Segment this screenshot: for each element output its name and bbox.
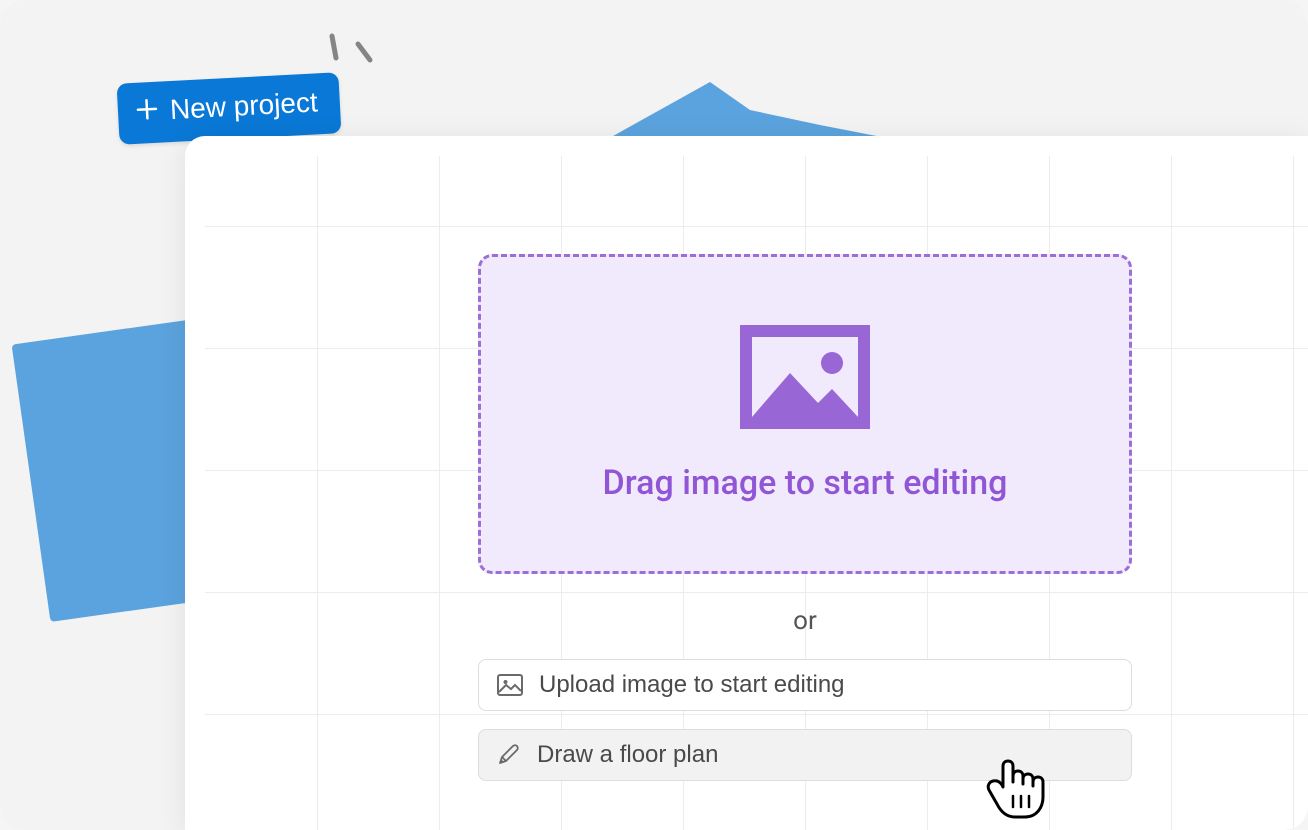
image-placeholder-icon (740, 325, 870, 433)
image-icon (497, 674, 523, 696)
draw-floor-plan-button-label: Draw a floor plan (537, 741, 718, 769)
image-dropzone[interactable]: Drag image to start editing (478, 254, 1132, 574)
or-separator-label: or (478, 606, 1132, 636)
draw-floor-plan-button[interactable]: Draw a floor plan (478, 729, 1132, 781)
app-window: New project Drag image to start editing … (0, 0, 1308, 830)
pencil-icon (497, 743, 521, 767)
editor-panel: Drag image to start editing or Upload im… (185, 136, 1308, 830)
new-project-button[interactable]: New project (117, 72, 342, 145)
dropzone-prompt-text: Drag image to start editing (603, 463, 1008, 503)
upload-image-button-label: Upload image to start editing (539, 671, 845, 699)
new-project-button-label: New project (169, 86, 318, 126)
upload-image-button[interactable]: Upload image to start editing (478, 659, 1132, 711)
plus-icon (135, 98, 158, 125)
